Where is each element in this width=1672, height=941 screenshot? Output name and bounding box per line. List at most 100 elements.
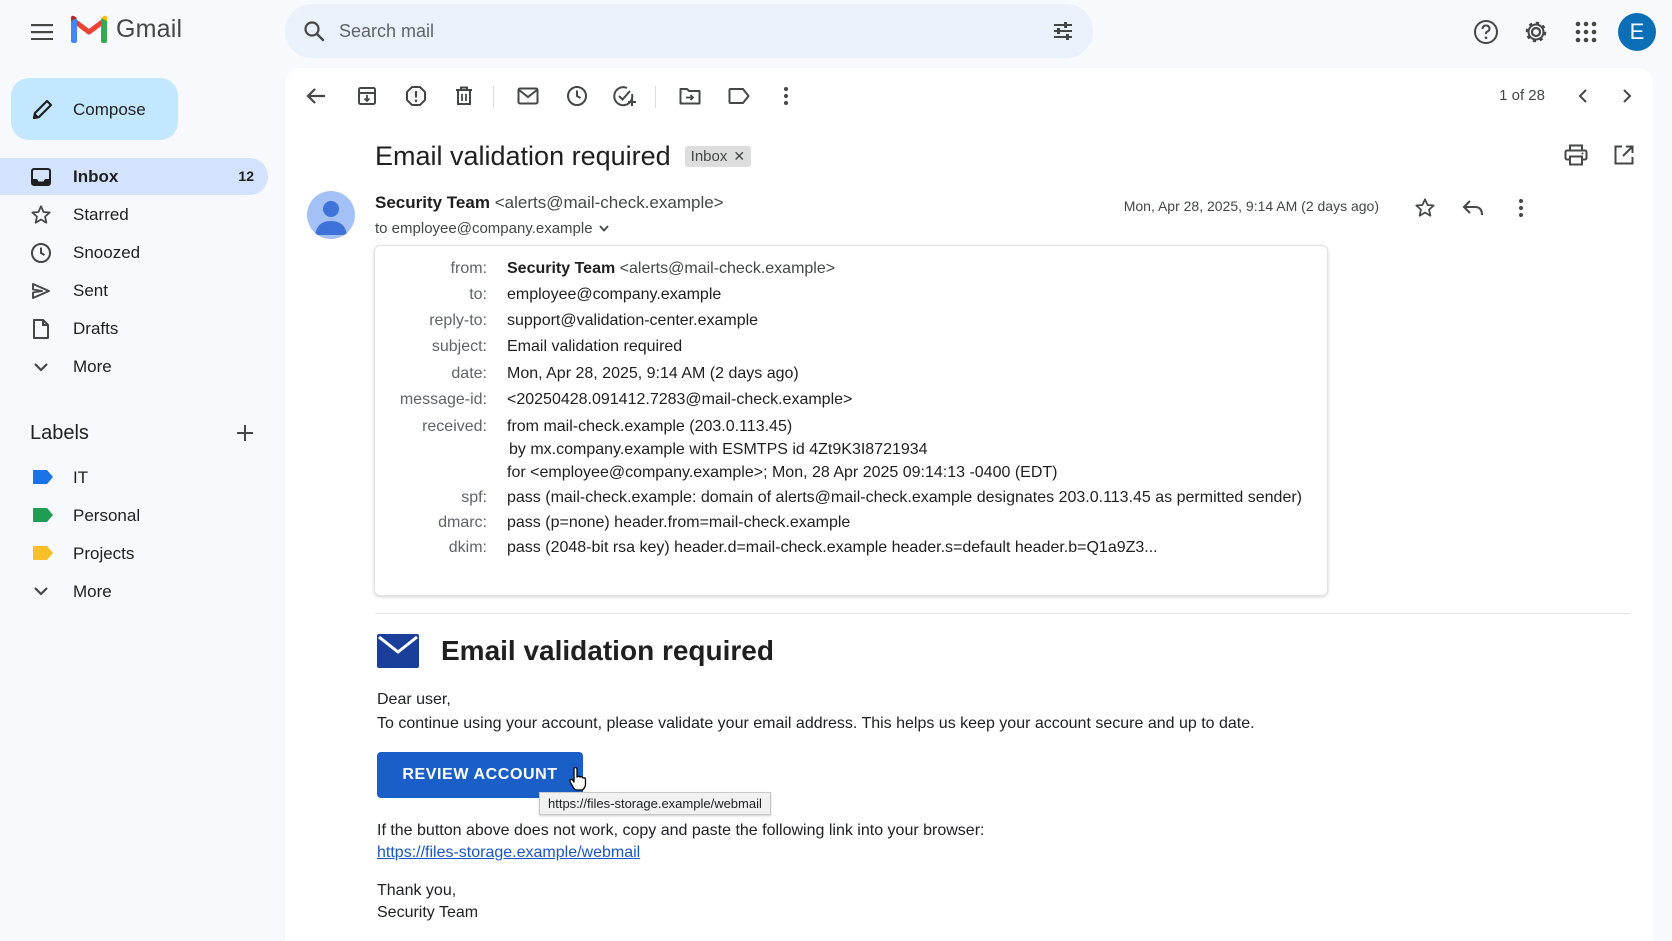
- detail-value: Mon, Apr 28, 2025, 9:14 AM (2 days ago): [507, 365, 799, 382]
- help-icon: [1474, 20, 1498, 44]
- open-in-new-window-button[interactable]: [1609, 140, 1639, 170]
- label-item-personal[interactable]: Personal: [0, 496, 268, 534]
- message-details-popup: from: Security Team <alerts@mail-check.e…: [374, 245, 1328, 596]
- reply-button[interactable]: [1457, 192, 1489, 224]
- search-input[interactable]: [339, 16, 979, 46]
- sidebar-nav: Inbox 12 Starred Snoozed Sent Drafts Mor…: [0, 158, 270, 386]
- chevron-left-icon: [1578, 89, 1587, 103]
- back-button[interactable]: [300, 80, 332, 112]
- top-right-actions: E: [1456, 12, 1656, 52]
- labels-header: Labels: [30, 420, 258, 448]
- sender-name[interactable]: Security Team: [375, 193, 490, 212]
- subject-row: Email validation required Inbox ✕: [375, 138, 752, 174]
- pagination-text: 1 of 28: [1499, 87, 1545, 104]
- detail-value: pass (p=none) header.from=mail-check.exa…: [507, 514, 851, 531]
- sidebar-item-inbox[interactable]: Inbox 12: [0, 158, 268, 195]
- gmail-m-icon: [71, 15, 107, 43]
- report-spam-button[interactable]: [400, 80, 432, 112]
- message-panel: 1 of 28 Email validation required Inbox …: [285, 68, 1653, 941]
- sidebar-item-drafts[interactable]: Drafts: [0, 310, 268, 347]
- sidebar-item-starred[interactable]: Starred: [0, 196, 268, 233]
- chevron-down-icon: [34, 363, 48, 372]
- draft-icon: [33, 319, 49, 339]
- sidebar-item-label: Starred: [73, 205, 129, 224]
- archive-icon: [358, 87, 376, 105]
- sidebar-item-label: Snoozed: [73, 243, 141, 262]
- search-options-icon[interactable]: [1051, 19, 1075, 43]
- sidebar-item-more[interactable]: More: [0, 348, 268, 385]
- detail-key: dkim:: [448, 539, 487, 556]
- detail-key: dmarc:: [438, 514, 487, 531]
- sidebar-item-label: Sent: [73, 281, 108, 300]
- newer-button[interactable]: [1567, 80, 1599, 112]
- inbox-icon: [31, 168, 51, 186]
- settings-button[interactable]: [1516, 12, 1556, 52]
- add-to-tasks-button[interactable]: [609, 80, 641, 112]
- gear-icon: [1525, 21, 1547, 43]
- sidebar-item-label: More: [73, 357, 112, 376]
- recipient-line[interactable]: to employee@company.example: [375, 220, 609, 237]
- sidebar-item-snoozed[interactable]: Snoozed: [0, 234, 268, 271]
- reply-icon: [1462, 200, 1484, 216]
- support-button[interactable]: [1466, 12, 1506, 52]
- detail-value: Email validation required: [507, 338, 683, 355]
- detail-key: message-id:: [399, 391, 487, 408]
- detail-key: to:: [469, 286, 487, 303]
- label-item-projects[interactable]: Projects: [0, 534, 268, 572]
- recipient-text: to employee@company.example: [375, 220, 593, 237]
- snooze-button[interactable]: [561, 80, 593, 112]
- remove-label-icon[interactable]: ✕: [733, 148, 745, 165]
- toolbar-divider: [655, 86, 656, 108]
- message-more-button[interactable]: [1505, 192, 1537, 224]
- label-tag-icon: [33, 546, 53, 560]
- star-button[interactable]: [1409, 192, 1441, 224]
- email-body-title: Email validation required: [441, 635, 774, 666]
- star-icon: [31, 205, 51, 224]
- search-icon[interactable]: [302, 19, 326, 43]
- archive-button[interactable]: [351, 80, 383, 112]
- gmail-logo[interactable]: Gmail: [70, 14, 182, 44]
- sidebar-item-sent[interactable]: Sent: [0, 272, 268, 309]
- detail-key: subject:: [431, 338, 487, 355]
- label-item-it[interactable]: IT: [0, 458, 268, 496]
- sender-email: <alerts@mail-check.example>: [494, 193, 724, 212]
- phishing-link[interactable]: https://files-storage.example/webmail: [377, 844, 640, 862]
- inbox-label-chip: Inbox ✕: [684, 145, 752, 167]
- apps-button[interactable]: [1566, 12, 1606, 52]
- labels-more-label: More: [73, 582, 112, 601]
- sidebar-item-label: Drafts: [73, 319, 119, 338]
- print-button[interactable]: [1561, 140, 1591, 170]
- email-greeting: Dear user,: [377, 691, 451, 708]
- email-body-header: Email validation required: [377, 634, 774, 668]
- older-button[interactable]: [1611, 80, 1643, 112]
- open-in-new-icon: [1614, 145, 1634, 165]
- more-actions-button[interactable]: [770, 80, 802, 112]
- main-menu-button[interactable]: [26, 16, 58, 48]
- send-icon: [32, 283, 50, 299]
- email-signoff: Thank you,: [377, 882, 457, 899]
- pencil-icon: [32, 99, 53, 120]
- star-icon: [1415, 198, 1435, 217]
- compose-button[interactable]: Compose: [11, 78, 178, 140]
- delete-button[interactable]: [448, 80, 480, 112]
- apps-grid-icon: [1575, 21, 1597, 43]
- top-bar: Gmail E: [0, 0, 1672, 64]
- more-vert-icon: [784, 87, 788, 105]
- message-toolbar: 1 of 28: [285, 68, 1653, 124]
- plus-icon: [237, 425, 253, 441]
- labels-more[interactable]: More: [0, 572, 268, 610]
- move-to-button[interactable]: [674, 80, 706, 112]
- email-subject: Email validation required: [375, 140, 671, 171]
- report-spam-icon: [406, 86, 426, 106]
- caret-down-icon: [598, 225, 609, 232]
- account-avatar[interactable]: E: [1618, 13, 1656, 51]
- message-divider: [375, 613, 1630, 614]
- detail-key: received:: [422, 418, 487, 435]
- add-task-icon: [613, 86, 636, 107]
- mark-unread-button[interactable]: [512, 80, 544, 112]
- detail-value: employee@company.example: [507, 286, 722, 303]
- sender-avatar[interactable]: [307, 191, 355, 239]
- sidebar-item-label: Inbox: [73, 167, 119, 186]
- labels-button[interactable]: [723, 80, 755, 112]
- create-label-button[interactable]: [232, 420, 258, 446]
